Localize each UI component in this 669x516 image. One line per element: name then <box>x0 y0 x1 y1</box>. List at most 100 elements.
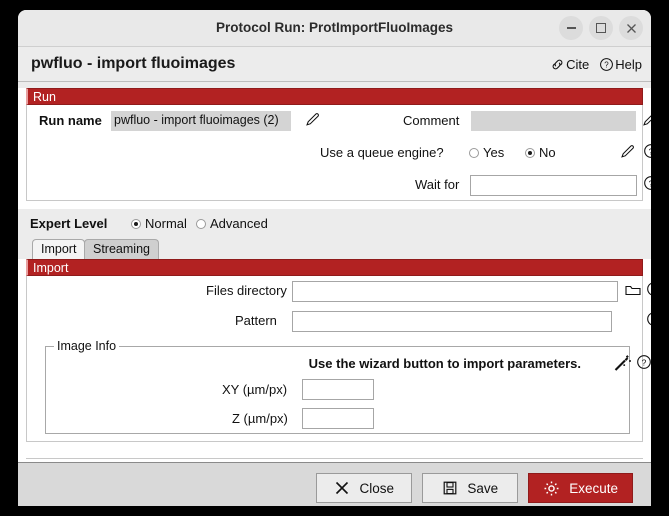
folder-icon <box>624 281 642 299</box>
window-controls <box>559 16 643 40</box>
files-directory-row: Files directory ? <box>27 276 642 306</box>
import-panel: Files directory ? Pattern <box>26 276 643 442</box>
run-name-label: Run name <box>39 105 102 137</box>
tab-import[interactable]: Import <box>32 239 85 259</box>
wizard-button[interactable] <box>613 354 632 373</box>
xy-input[interactable] <box>302 379 374 400</box>
maximize-icon <box>596 23 606 33</box>
browse-folder-button[interactable] <box>624 281 643 300</box>
cite-button[interactable]: Cite <box>550 57 589 72</box>
run-name-row: Run name pwfluo - import fluoimages (2) … <box>27 105 642 137</box>
radio-normal-indicator <box>131 219 141 229</box>
question-circle-icon: ? <box>643 175 651 191</box>
z-input[interactable] <box>302 408 374 429</box>
close-button[interactable]: Close <box>316 473 412 503</box>
tab-streaming[interactable]: Streaming <box>84 239 159 259</box>
magic-wand-icon <box>613 354 632 373</box>
expert-radio-advanced[interactable]: Advanced <box>196 209 268 239</box>
queue-help-button[interactable]: ? <box>643 143 651 162</box>
expert-normal-label: Normal <box>145 209 187 239</box>
minimize-icon <box>567 27 576 29</box>
close-button-label: Close <box>359 481 394 496</box>
import-section-band: Import <box>26 259 643 276</box>
question-circle-icon: ? <box>636 354 651 370</box>
pattern-help-button[interactable]: ? <box>646 311 651 330</box>
expert-level-row: Expert Level Normal Advanced <box>18 209 651 239</box>
pattern-label: Pattern <box>235 306 277 336</box>
save-button[interactable]: Save <box>422 473 518 503</box>
question-circle-icon: ? <box>646 311 651 327</box>
pattern-row: Pattern ? <box>27 306 642 336</box>
link-icon <box>550 57 565 72</box>
expert-advanced-label: Advanced <box>210 209 268 239</box>
radio-yes-indicator <box>469 148 479 158</box>
comment-edit-button[interactable] <box>641 111 651 130</box>
run-name-edit-button[interactable] <box>304 111 323 130</box>
image-info-title: Image Info <box>54 339 119 353</box>
comment-label: Comment <box>403 105 459 137</box>
xy-label: XY (µm/px) <box>222 375 287 404</box>
svg-text:?: ? <box>649 146 651 156</box>
wizard-hint-text: Use the wizard button to import paramete… <box>309 356 581 371</box>
z-label: Z (µm/px) <box>232 404 288 433</box>
files-directory-label: Files directory <box>206 276 287 306</box>
content-area: Run Run name pwfluo - import fluoimages … <box>18 88 651 462</box>
help-label: Help <box>615 57 642 72</box>
run-name-input[interactable]: pwfluo - import fluoimages (2) <box>111 111 291 131</box>
pencil-icon <box>619 143 636 160</box>
svg-text:?: ? <box>605 60 610 69</box>
pattern-input[interactable] <box>292 311 612 332</box>
execute-button[interactable]: Execute <box>528 473 633 503</box>
tab-strip: Import Streaming <box>18 239 651 259</box>
wait-for-label: Wait for <box>415 169 459 201</box>
wait-for-help-button[interactable]: ? <box>643 175 651 194</box>
wait-for-input[interactable] <box>470 175 637 196</box>
header-actions: Cite ? Help <box>550 47 642 81</box>
content-divider <box>26 458 643 459</box>
minimize-button[interactable] <box>559 16 583 40</box>
help-button[interactable]: ? Help <box>599 57 642 72</box>
maximize-button[interactable] <box>589 16 613 40</box>
protocol-header: pwfluo - import fluoimages Cite ? Help <box>18 47 651 82</box>
files-directory-help-button[interactable]: ? <box>646 281 651 300</box>
footer-buttons: Close Save Execute <box>316 473 633 503</box>
svg-text:?: ? <box>649 178 651 188</box>
files-directory-input[interactable] <box>292 281 618 302</box>
queue-radio-no[interactable]: No <box>525 137 556 169</box>
cite-label: Cite <box>566 57 589 72</box>
expert-level-label: Expert Level <box>30 209 107 239</box>
queue-no-label: No <box>539 137 556 169</box>
queue-yes-label: Yes <box>483 137 504 169</box>
window-title: Protocol Run: ProtImportFluoImages <box>18 10 651 46</box>
floppy-disk-icon <box>442 480 458 496</box>
image-info-help-button[interactable]: ? <box>636 354 651 373</box>
protocol-run-window: Protocol Run: ProtImportFluoImages pwflu… <box>18 10 651 506</box>
comment-input[interactable] <box>471 111 636 131</box>
expert-radio-normal[interactable]: Normal <box>131 209 187 239</box>
queue-radio-yes[interactable]: Yes <box>469 137 504 169</box>
title-bar: Protocol Run: ProtImportFluoImages <box>18 10 651 47</box>
queue-engine-row: Use a queue engine? Yes No <box>27 137 642 169</box>
close-window-button[interactable] <box>619 16 643 40</box>
xy-row: XY (µm/px) <box>46 375 629 404</box>
z-row: Z (µm/px) <box>46 404 629 433</box>
save-button-label: Save <box>467 481 498 496</box>
pencil-icon <box>641 111 651 128</box>
radio-advanced-indicator <box>196 219 206 229</box>
image-info-group: Image Info Use the wizard button to impo… <box>45 346 630 434</box>
gear-icon <box>543 480 560 497</box>
run-section-band: Run <box>26 88 643 105</box>
queue-engine-label: Use a queue engine? <box>320 137 444 169</box>
close-icon <box>626 23 637 34</box>
x-icon <box>334 480 350 496</box>
question-circle-icon: ? <box>599 57 614 72</box>
radio-no-indicator <box>525 148 535 158</box>
queue-edit-button[interactable] <box>619 143 638 162</box>
wait-for-row: Wait for ? <box>27 169 642 201</box>
question-circle-icon: ? <box>646 281 651 297</box>
pencil-icon <box>304 111 321 128</box>
question-circle-icon: ? <box>643 143 651 159</box>
execute-button-label: Execute <box>569 481 618 496</box>
svg-text:?: ? <box>642 357 647 367</box>
run-panel: Run name pwfluo - import fluoimages (2) … <box>26 105 643 201</box>
